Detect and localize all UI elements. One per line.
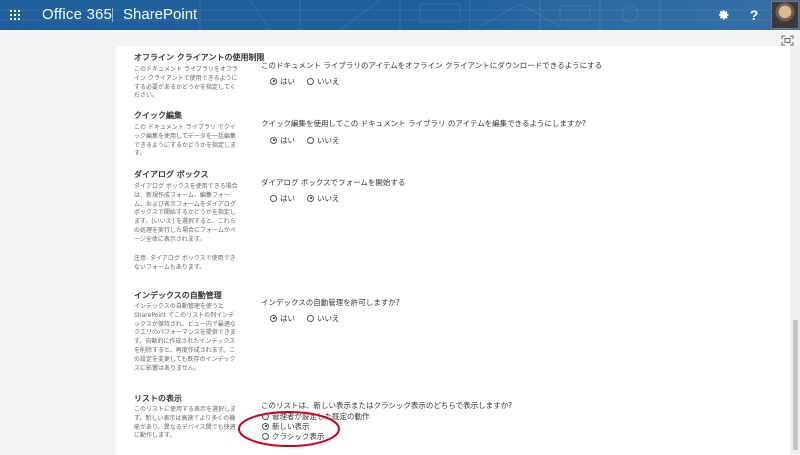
- radio-button[interactable]: [307, 136, 314, 144]
- section-desc-dialog-box: ダイアログ ボックスを使用できる場合は、新規作成フォーム、編集フォーム、および表…: [134, 183, 238, 243]
- radio-list-default[interactable]: 管理者が設定した既定の動作: [262, 411, 370, 421]
- section-desc-quick-edit: この ドキュメント ライブラリ でクイック編集を使用してデータを一括編集できるよ…: [134, 124, 236, 158]
- section-title-offline-client: オフライン クライアントの使用制限: [134, 53, 265, 62]
- section-desc-auto-index: インデックスの自動管理を使うと SharePoint でこのリストの列インデック…: [134, 303, 236, 372]
- question-list-experience: このリストは、新しい表示またはクラシック表示のどちらで表示しますか?: [261, 401, 513, 410]
- office365-brand-link[interactable]: Office 365: [42, 6, 112, 23]
- question-auto-index: インデックスの自動管理を許可しますか?: [261, 298, 400, 307]
- radio-offline-no[interactable]: いいえ: [307, 76, 340, 87]
- radio-button[interactable]: [270, 194, 277, 202]
- section-desc-offline-client: このドキュメント ライブラリをオフライン クライアントで使用できるようにする必要…: [134, 66, 238, 100]
- gear-icon: [719, 10, 729, 20]
- app-launcher-button[interactable]: [0, 0, 30, 30]
- radio-auto-index-yes[interactable]: はい: [270, 313, 295, 324]
- settings-panel: [117, 46, 790, 455]
- radio-button[interactable]: [307, 77, 314, 85]
- section-title-auto-index: インデックスの自動管理: [134, 291, 222, 300]
- user-avatar[interactable]: [771, 1, 799, 29]
- radio-dialog-no[interactable]: いいえ: [307, 193, 340, 204]
- radio-button[interactable]: [262, 422, 269, 430]
- radio-list-new[interactable]: 新しい表示: [262, 421, 370, 431]
- radio-quick-edit-yes[interactable]: はい: [270, 135, 295, 146]
- suite-bar: Office 365 SharePoint ?: [0, 0, 800, 30]
- app-launcher-icon: [10, 10, 20, 20]
- radio-group-auto-index: はい いいえ: [270, 313, 352, 323]
- sharepoint-app-link[interactable]: SharePoint: [123, 6, 197, 23]
- section-title-list-experience: リストの表示: [134, 394, 182, 403]
- radio-group-dialog-box: はい いいえ: [270, 193, 352, 203]
- question-quick-edit: クイック編集を使用してこの ドキュメント ライブラリ のアイテムを編集できるよう…: [261, 119, 587, 128]
- section-desc-list-experience: このリストに使用する表示を選択します。新しい表示は高速でより多くの機能があり、異…: [134, 406, 237, 440]
- section-title-dialog-box: ダイアログ ボックス: [134, 170, 209, 179]
- radio-list-classic[interactable]: クラシック表示: [262, 431, 370, 441]
- settings-button[interactable]: [714, 6, 734, 24]
- radio-button[interactable]: [307, 314, 314, 322]
- focus-mode-icon[interactable]: [781, 35, 794, 46]
- radio-button[interactable]: [270, 77, 277, 85]
- radio-button[interactable]: [307, 194, 314, 202]
- scrollbar-thumb[interactable]: [793, 320, 798, 450]
- radio-button[interactable]: [262, 412, 269, 420]
- radio-group-offline-client: はい いいえ: [270, 76, 352, 86]
- blueprint-background-pattern: [0, 0, 800, 30]
- radio-button[interactable]: [262, 432, 269, 440]
- radio-button[interactable]: [270, 314, 277, 322]
- radio-button[interactable]: [270, 136, 277, 144]
- brand-divider: [112, 8, 113, 22]
- section-title-quick-edit: クイック編集: [134, 111, 182, 120]
- radio-dialog-yes[interactable]: はい: [270, 193, 295, 204]
- question-dialog-box: ダイアログ ボックスでフォームを開始する: [261, 178, 406, 187]
- radio-offline-yes[interactable]: はい: [270, 76, 295, 87]
- radio-group-quick-edit: はい いいえ: [270, 135, 352, 145]
- radio-auto-index-no[interactable]: いいえ: [307, 313, 340, 324]
- question-offline-client: このドキュメント ライブラリのアイテムをオフライン クライアントにダウンロードで…: [261, 61, 603, 70]
- help-icon: ?: [749, 7, 759, 23]
- radio-quick-edit-no[interactable]: いいえ: [307, 135, 340, 146]
- help-button[interactable]: ?: [744, 5, 764, 25]
- section-note-dialog-box: 注意: ダイアログ ボックスで使用できないフォームもあります。: [134, 255, 236, 271]
- radio-group-list-experience: 管理者が設定した既定の動作 新しい表示 クラシック表示: [262, 411, 382, 441]
